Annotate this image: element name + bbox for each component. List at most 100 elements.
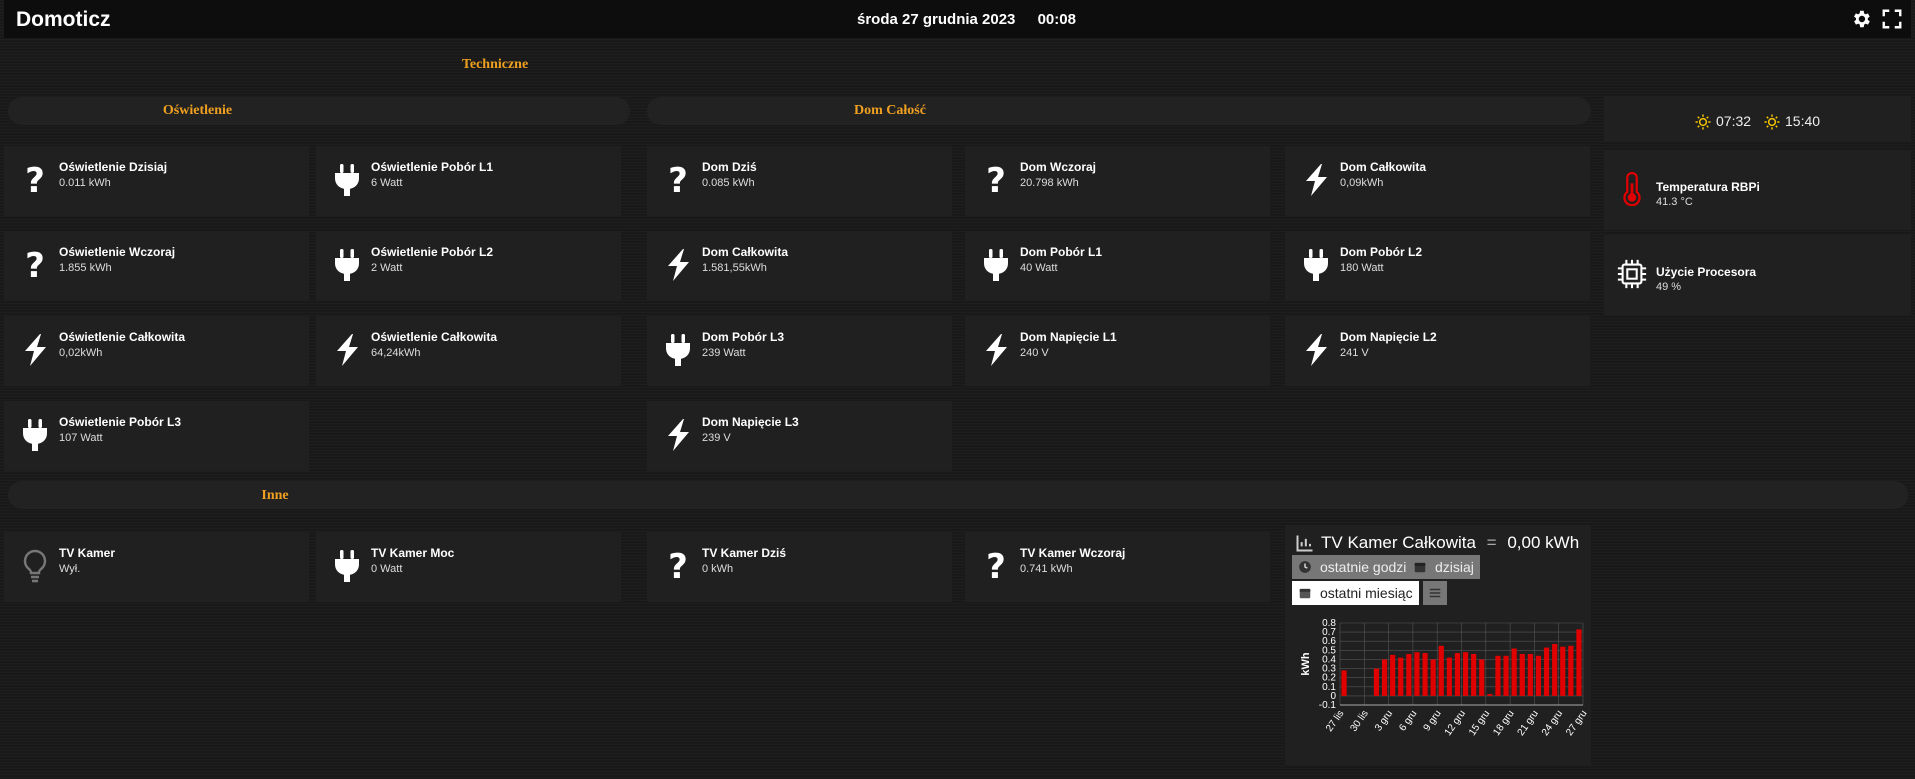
chart-bar — [1381, 659, 1388, 696]
chart-bar — [1454, 653, 1461, 696]
y-axis-label: kWh — [1300, 652, 1312, 676]
svg-text:?: ? — [25, 162, 45, 198]
section-title-oswietlenie: Oświetlenie — [162, 103, 233, 118]
bolt-icon — [1306, 164, 1327, 196]
device-tile[interactable]: Dom Napięcie L2 241 V — [1285, 316, 1590, 386]
device-value: 40 Watt — [1020, 262, 1058, 274]
chart-bar — [1576, 629, 1582, 696]
x-tick-label: 18 gru — [1491, 708, 1516, 738]
chart-bar — [1495, 655, 1501, 696]
device-tile[interactable]: Dom Pobór L1 40 Watt — [965, 231, 1270, 301]
chart-bar — [1519, 653, 1525, 696]
plug-icon — [335, 249, 359, 281]
x-tick-label: 30 lis — [1348, 708, 1370, 733]
x-tick-label: 24 gru — [1540, 708, 1565, 738]
device-name: Oświetlenie Dzisiaj — [59, 160, 168, 174]
device-tile[interactable]: Dom Pobór L3 239 Watt — [647, 316, 952, 386]
device-tile[interactable]: Temperatura RBPi 41.3 °C — [1604, 150, 1911, 230]
device-tile[interactable]: Dom Całkowita 1.581,55kWh — [647, 231, 952, 301]
menu-icon — [1429, 588, 1441, 598]
chart-bar — [1535, 655, 1542, 696]
chart-bar — [1527, 653, 1533, 696]
device-tile[interactable]: TV Kamer Moc 0 Watt — [316, 532, 621, 602]
question-icon: ? — [668, 162, 688, 198]
x-tick-label: 15 gru — [1467, 708, 1492, 738]
chart-bar — [1414, 652, 1420, 696]
x-tick-label: 21 gru — [1516, 708, 1541, 738]
device-tile[interactable]: Oświetlenie Całkowita 0,02kWh — [4, 316, 309, 386]
chart-bar — [1471, 653, 1477, 696]
y-tick-label: -0.1 — [1319, 700, 1337, 711]
device-value: 2 Watt — [371, 262, 403, 274]
bulb-icon — [23, 549, 47, 583]
device-tile[interactable]: ? TV Kamer Wczoraj 0.741 kWh — [965, 532, 1270, 602]
device-tile[interactable]: ? Dom Dziś 0.085 kWh — [647, 146, 952, 216]
range-button-today[interactable]: dzisiaj — [1407, 555, 1480, 579]
svg-text:?: ? — [986, 548, 1006, 584]
device-tile[interactable]: Oświetlenie Całkowita 64,24kWh — [316, 316, 621, 386]
device-tile[interactable]: Dom Pobór L2 180 Watt — [1285, 231, 1590, 301]
chart-bar — [1503, 655, 1509, 696]
menu-button[interactable] — [1423, 581, 1447, 605]
device-tile[interactable]: Użycie Procesora 49 % — [1604, 235, 1911, 315]
calendar-icon — [1414, 562, 1426, 573]
bolt-icon — [1306, 334, 1327, 366]
chart-bar — [1543, 647, 1550, 696]
clock-icon — [1299, 561, 1311, 573]
question-icon: ? — [25, 162, 45, 198]
x-tick-label: 9 gru — [1422, 708, 1444, 733]
chart-icon — [1296, 535, 1313, 552]
device-tile[interactable]: Oświetlenie Pobór L1 6 Watt — [316, 146, 621, 216]
device-value: 107 Watt — [59, 432, 103, 444]
fullscreen-icon[interactable] — [1881, 8, 1903, 30]
plug-icon — [335, 550, 359, 582]
gear-icon[interactable] — [1850, 8, 1872, 30]
device-name: Oświetlenie Całkowita — [59, 330, 186, 344]
sunrise-icon — [1695, 114, 1711, 130]
device-value: 41.3 °C — [1656, 196, 1693, 208]
section-title-inne: Inne — [261, 488, 289, 503]
device-value: 64,24kWh — [371, 347, 421, 359]
bolt-icon — [668, 249, 689, 281]
x-tick-label: 27 lis — [1324, 708, 1346, 733]
device-name: Użycie Procesora — [1656, 265, 1757, 279]
chart-bar — [1390, 654, 1396, 696]
svg-text:?: ? — [25, 247, 45, 283]
device-tile[interactable]: Dom Całkowita 0,09kWh — [1285, 146, 1590, 216]
device-tile[interactable]: ? Dom Wczoraj 20.798 kWh — [965, 146, 1270, 216]
cpu-icon — [1617, 259, 1647, 289]
device-tile[interactable]: Dom Napięcie L1 240 V — [965, 316, 1270, 386]
device-name: Dom Pobór L1 — [1020, 245, 1103, 259]
device-tile[interactable]: Dom Napięcie L3 239 V — [647, 401, 952, 471]
x-tick-label: 6 gru — [1397, 708, 1419, 733]
header-date: środa 27 grudnia 2023 — [857, 11, 1016, 28]
question-icon: ? — [25, 247, 45, 283]
plug-icon — [984, 249, 1008, 281]
device-tile[interactable]: ? TV Kamer Dziś 0 kWh — [647, 532, 952, 602]
graph-panel: TV Kamer Całkowita = 0,00 kWh ostatnie g… — [1285, 525, 1591, 765]
x-tick-label: 12 gru — [1443, 708, 1468, 738]
plug-icon — [23, 419, 47, 451]
top-bar: Domoticz środa 27 grudnia 2023 00:08 — [4, 0, 1911, 38]
device-tile[interactable]: Oświetlenie Pobór L2 2 Watt — [316, 231, 621, 301]
bolt-icon — [986, 334, 1007, 366]
device-value: 1.855 kWh — [59, 262, 112, 274]
device-value: 0,09kWh — [1340, 177, 1384, 189]
sunrise-time: 07:32 — [1716, 113, 1752, 129]
range-button-month[interactable]: ostatni miesiąc — [1292, 581, 1419, 605]
thermometer-icon — [1623, 172, 1641, 206]
device-value: 0.741 kWh — [1020, 563, 1073, 575]
device-name: Oświetlenie Pobór L1 — [371, 160, 494, 174]
device-name: Dom Pobór L2 — [1340, 245, 1423, 259]
section-title-techniczne: Techniczne — [461, 57, 529, 72]
header-time: 00:08 — [1037, 11, 1076, 28]
chart-bar — [1552, 643, 1558, 696]
device-tile[interactable]: Oświetlenie Pobór L3 107 Watt — [4, 401, 309, 471]
device-value: 239 V — [702, 432, 731, 444]
device-tile[interactable]: ? Oświetlenie Wczoraj 1.855 kWh — [4, 231, 309, 301]
device-name: Dom Wczoraj — [1020, 160, 1097, 174]
chart-bar — [1422, 653, 1428, 696]
device-tile[interactable]: ? Oświetlenie Dzisiaj 0.011 kWh — [4, 146, 309, 216]
device-name: TV Kamer Wczoraj — [1020, 546, 1126, 560]
device-tile[interactable]: TV Kamer Wył. — [4, 532, 309, 602]
